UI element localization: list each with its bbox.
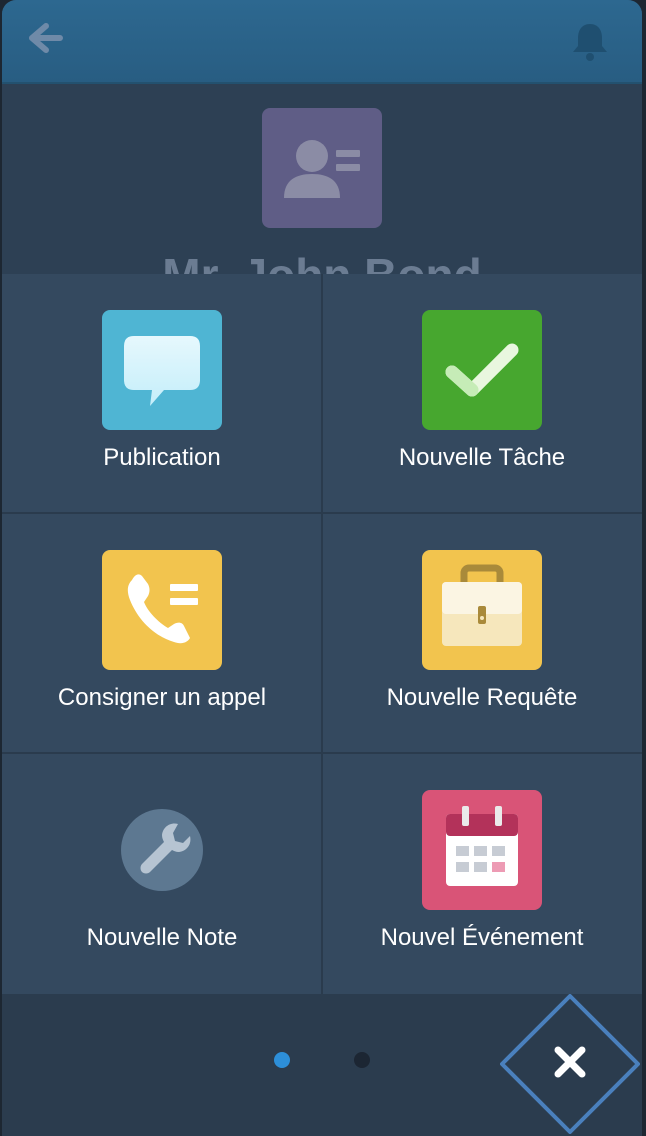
close-icon — [500, 994, 640, 1134]
contact-header: Mr. John Bond — [2, 84, 642, 276]
action-new-task[interactable]: Nouvelle Tâche — [322, 274, 642, 514]
bell-icon — [573, 24, 607, 61]
action-new-case[interactable]: Nouvelle Requête — [322, 514, 642, 754]
action-label: Nouvelle Tâche — [398, 444, 566, 471]
header-bar — [2, 0, 642, 84]
action-log-call[interactable]: Consigner un appel — [2, 514, 322, 754]
action-label: Nouvelle Requête — [386, 684, 578, 711]
notifications-button[interactable] — [568, 20, 612, 62]
back-button[interactable] — [24, 20, 68, 58]
action-publication[interactable]: Publication — [2, 274, 322, 514]
page-indicator[interactable] — [354, 1052, 370, 1068]
calendar-icon — [422, 790, 542, 910]
contact-name: Mr. John Bond — [162, 249, 482, 276]
briefcase-icon — [422, 550, 542, 670]
action-grid: Publication Nouvelle Tâche Consigner un … — [2, 274, 642, 994]
contact-avatar — [262, 108, 382, 228]
app-screen: Mr. John Bond Publication Nouvelle Tâche… — [2, 0, 642, 1136]
footer-bar — [2, 994, 642, 1136]
action-label: Publication — [103, 444, 221, 471]
close-button[interactable] — [500, 994, 640, 1134]
checkmark-icon — [422, 310, 542, 430]
back-arrow-icon — [29, 23, 63, 53]
action-label: Nouvel Événement — [380, 924, 584, 951]
page-indicator-active[interactable] — [274, 1052, 290, 1068]
action-label: Consigner un appel — [57, 684, 267, 711]
speech-bubble-icon — [102, 310, 222, 430]
phone-icon — [102, 550, 222, 670]
action-new-note[interactable]: Nouvelle Note — [2, 754, 322, 994]
action-new-event[interactable]: Nouvel Événement — [322, 754, 642, 994]
action-label: Nouvelle Note — [86, 924, 238, 951]
wrench-icon — [102, 790, 222, 910]
contact-card-icon — [284, 140, 360, 198]
